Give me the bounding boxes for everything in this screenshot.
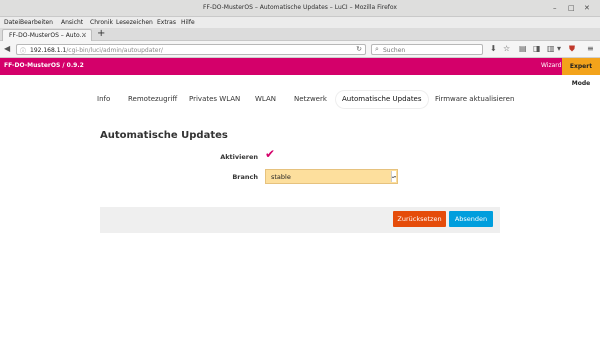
chevron-down-icon[interactable]: ▾ bbox=[557, 44, 561, 54]
menu-ansicht[interactable]: Ansicht bbox=[61, 19, 83, 26]
url-text: 192.168.1.1/cgi-bin/luci/admin/autoupdat… bbox=[30, 47, 163, 54]
window-title: FF-DO-MusterOS – Automatische Updates – … bbox=[203, 4, 397, 11]
bookmark-star-icon[interactable]: ☆ bbox=[503, 44, 510, 54]
nav-tab-remotezugriff[interactable]: Remotezugriff bbox=[128, 91, 177, 108]
url-bar[interactable]: ⓘ 192.168.1.1/cgi-bin/luci/admin/autoupd… bbox=[16, 44, 366, 55]
select-arrow-icon: ▴▾ bbox=[391, 171, 396, 182]
shield-icon[interactable]: ⛊ bbox=[569, 44, 575, 54]
app-header: FF-DO-MusterOS / 0.9.2 Wizard Expert Mod… bbox=[0, 58, 600, 87]
minimize-icon[interactable]: – bbox=[553, 4, 557, 12]
brand-title[interactable]: FF-DO-MusterOS / 0.9.2 bbox=[4, 62, 84, 69]
reload-icon[interactable]: ↻ bbox=[356, 45, 362, 53]
search-icon: ⌕ bbox=[375, 45, 379, 53]
nav-tab-netzwerk[interactable]: Netzwerk bbox=[294, 91, 327, 108]
reset-button[interactable]: Zurücksetzen bbox=[393, 211, 446, 227]
search-input[interactable] bbox=[383, 46, 478, 54]
library-icon[interactable]: ▤ bbox=[519, 44, 527, 54]
tab-close-icon[interactable]: × bbox=[81, 31, 87, 39]
close-window-icon[interactable]: ✕ bbox=[584, 4, 590, 12]
maximize-icon[interactable]: □ bbox=[568, 4, 575, 12]
browser-tab[interactable]: FF-DO-MusterOS – Auto... × bbox=[2, 29, 92, 41]
url-path: /cgi-bin/luci/admin/autoupdater/ bbox=[66, 46, 163, 54]
sync-icon[interactable]: ◨ bbox=[533, 44, 541, 54]
menu-bar: Datei Bearbeiten Ansicht Chronik Lesezei… bbox=[0, 17, 600, 28]
branch-select[interactable]: stable ▴▾ bbox=[265, 169, 398, 184]
tab-label: FF-DO-MusterOS – Auto... bbox=[9, 32, 86, 39]
form-actions: Zurücksetzen Absenden bbox=[100, 207, 500, 233]
menu-hilfe[interactable]: Hilfe bbox=[181, 19, 195, 26]
window-titlebar: FF-DO-MusterOS – Automatische Updates – … bbox=[0, 0, 600, 17]
expert-mode-button[interactable]: Expert Mode bbox=[562, 58, 600, 87]
site-info-icon[interactable]: ⓘ bbox=[20, 46, 26, 55]
nav-tab-info[interactable]: Info bbox=[97, 91, 110, 108]
branch-select-value: stable bbox=[271, 173, 291, 181]
menu-bearbeiten[interactable]: Bearbeiten bbox=[20, 19, 53, 26]
search-bar[interactable]: ⌕ bbox=[371, 44, 483, 55]
nav-tab-wlan[interactable]: WLAN bbox=[255, 91, 276, 108]
back-icon[interactable]: ◀ bbox=[4, 44, 10, 53]
wizard-link[interactable]: Wizard bbox=[541, 62, 561, 69]
tab-strip: FF-DO-MusterOS – Auto... × + bbox=[0, 28, 600, 41]
menu-lesezeichen[interactable]: Lesezeichen bbox=[116, 19, 153, 26]
nav-tab-privates-wlan[interactable]: Privates WLAN bbox=[189, 91, 240, 108]
nav-bar: ◀ ⓘ 192.168.1.1/cgi-bin/luci/admin/autou… bbox=[0, 41, 600, 58]
enable-label: Aktivieren bbox=[220, 153, 258, 161]
sidebar-icon[interactable]: ▥ bbox=[547, 44, 555, 54]
page-title: Automatische Updates bbox=[100, 130, 228, 141]
url-host: 192.168.1.1 bbox=[30, 46, 67, 54]
download-icon[interactable]: ⬇ bbox=[490, 44, 497, 54]
nav-tab-automatische-updates[interactable]: Automatische Updates bbox=[336, 91, 428, 108]
nav-tab-firmware-aktualisieren[interactable]: Firmware aktualisieren bbox=[435, 91, 514, 108]
menu-datei[interactable]: Datei bbox=[4, 19, 20, 26]
branch-label: Branch bbox=[232, 173, 258, 181]
submit-button[interactable]: Absenden bbox=[449, 211, 493, 227]
new-tab-icon[interactable]: + bbox=[97, 28, 105, 39]
menu-chronik[interactable]: Chronik bbox=[90, 19, 113, 26]
menu-extras[interactable]: Extras bbox=[157, 19, 176, 26]
enable-checkbox[interactable]: ✔ bbox=[265, 148, 275, 160]
hamburger-menu-icon[interactable]: ≡ bbox=[587, 44, 594, 54]
